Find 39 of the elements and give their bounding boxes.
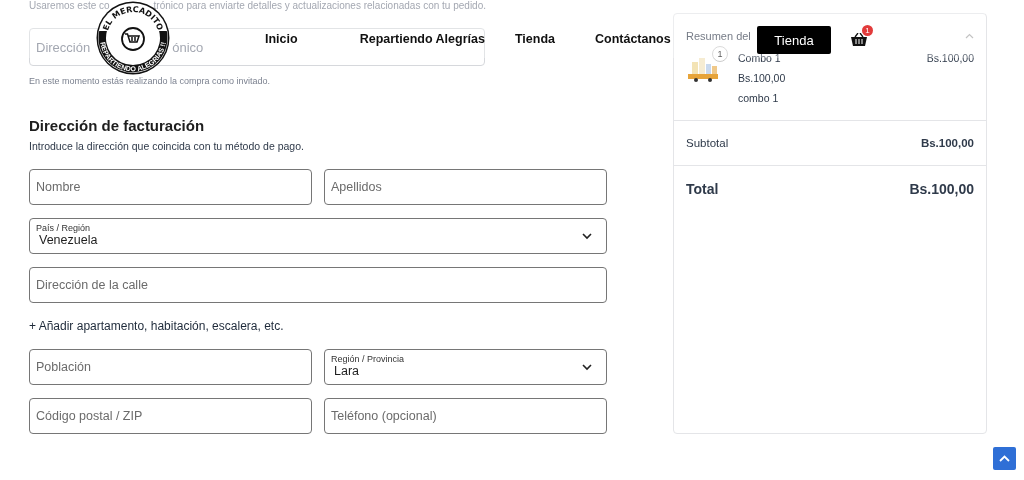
- text-field[interactable]: Dirección de la calle: [29, 267, 607, 303]
- field-label: País / Región: [36, 223, 91, 233]
- back-to-top-button[interactable]: [993, 447, 1016, 470]
- text-field[interactable]: Teléfono (opcional): [324, 398, 607, 434]
- unit-price: Bs.100,00: [738, 72, 786, 84]
- subtotal-value: Bs.100,00: [920, 137, 974, 149]
- total-label: Total: [686, 181, 719, 197]
- placeholder-text: ónico: [172, 39, 204, 55]
- quantity-badge: 1: [712, 46, 728, 62]
- guest-note: En este momento estás realizando la compra como invitado.: [29, 76, 271, 86]
- chevron-up-icon: [999, 455, 1010, 462]
- text-field[interactable]: Código postal / ZIP: [29, 398, 312, 434]
- text-field[interactable]: Población: [29, 349, 312, 385]
- summary-title: Resumen del: [686, 30, 751, 42]
- section-subtitle: Introduce la dirección que coincida con tu método de pago.: [29, 140, 305, 152]
- cart-count-badge: 1: [862, 25, 873, 36]
- field-value: Lara: [334, 364, 360, 378]
- total-value: Bs.100,00: [909, 181, 974, 197]
- add-address-link[interactable]: + Añadir apartamento, habitación, escalera, etc.: [29, 319, 284, 333]
- chevron-down-icon: [582, 364, 592, 371]
- text-field[interactable]: Nombre: [29, 169, 312, 205]
- shop-button[interactable]: Tienda: [757, 26, 831, 54]
- nav-link[interactable]: Repartiendo Alegrías: [359, 32, 485, 46]
- select-field[interactable]: Región / Provincia Lara: [324, 349, 607, 385]
- nav-link[interactable]: Inicio: [265, 32, 298, 46]
- basket-icon[interactable]: [851, 33, 867, 46]
- product-description: combo 1: [738, 92, 779, 104]
- nav-link[interactable]: Contáctanos: [595, 32, 671, 46]
- section-title: Dirección de facturación: [29, 117, 206, 134]
- field-label: Región / Provincia: [331, 354, 405, 364]
- field-value: Venezuela: [39, 233, 98, 247]
- placeholder-text: Dirección: [36, 39, 91, 55]
- product-name: Combo 1: [738, 52, 781, 64]
- select-field[interactable]: País / Región Venezuela: [29, 218, 607, 254]
- product-price: Bs.100,00: [926, 52, 974, 64]
- subtotal-label: Subtotal: [686, 137, 729, 149]
- chevron-down-icon: [582, 233, 592, 240]
- nav-link[interactable]: Tienda: [514, 32, 555, 46]
- text-field[interactable]: Apellidos: [324, 169, 607, 205]
